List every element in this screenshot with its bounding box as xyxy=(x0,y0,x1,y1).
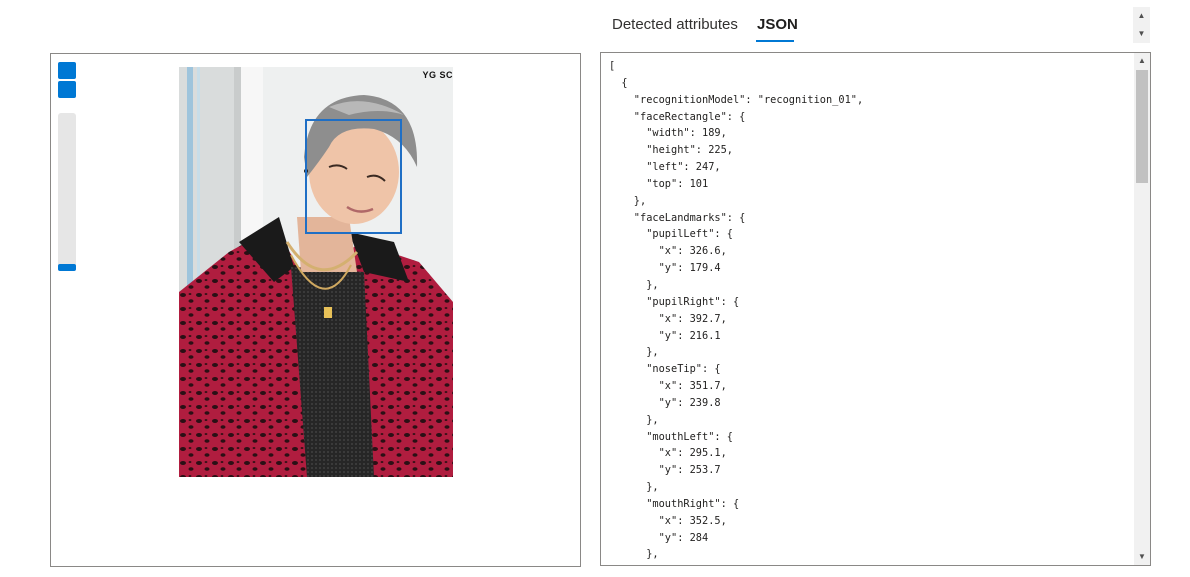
json-line: "y": 284 xyxy=(609,531,709,544)
chevron-up-icon[interactable]: ▲ xyxy=(1133,9,1150,23)
chevron-up-icon[interactable]: ▲ xyxy=(1134,54,1150,68)
json-line: [ xyxy=(609,60,616,72)
json-output-panel: [ { "recognitionModel": "recognition_01"… xyxy=(600,52,1151,566)
json-line: }, xyxy=(609,278,659,291)
json-line: }, xyxy=(609,548,659,561)
json-line: "y": 253.7 xyxy=(609,464,721,477)
json-line: }, xyxy=(609,413,659,426)
result-tabs: Detected attributes JSON xyxy=(600,0,1120,46)
json-scrollbar-thumb[interactable] xyxy=(1136,70,1148,183)
json-line: "height": 225, xyxy=(609,144,733,157)
json-line: "x": 326.6, xyxy=(609,245,727,258)
json-line: "y": 239.8 xyxy=(609,396,721,409)
tabs-scrollbar[interactable]: ▲ ▼ xyxy=(1133,7,1150,43)
json-line: "x": 295.1, xyxy=(609,447,727,460)
zoom-in-button[interactable] xyxy=(58,62,76,79)
json-line: "x": 351.7, xyxy=(609,380,727,393)
json-line: "left": 247, xyxy=(609,161,721,174)
json-line: "mouthRight": { xyxy=(609,497,740,510)
active-tab-indicator xyxy=(756,40,794,42)
json-line: }, xyxy=(609,481,659,494)
json-output-text: [ { "recognitionModel": "recognition_01"… xyxy=(609,58,863,563)
chevron-down-icon[interactable]: ▼ xyxy=(1134,550,1150,564)
face-rectangle-overlay xyxy=(305,119,402,234)
json-line: "y": 216.1 xyxy=(609,329,721,342)
analyzed-photo: YG SC xyxy=(179,67,453,477)
json-line: "mouthLeft": { xyxy=(609,430,733,443)
json-line: "pupilRight": { xyxy=(609,295,740,308)
json-line: "x": 392.7, xyxy=(609,312,727,325)
json-line: "x": 352.5, xyxy=(609,514,727,527)
tab-json[interactable]: JSON xyxy=(757,16,798,34)
zoom-out-button[interactable] xyxy=(58,81,76,98)
json-line: "y": 179.4 xyxy=(609,262,721,275)
image-panel: YG SC xyxy=(50,53,581,567)
tab-detected-attributes[interactable]: Detected attributes xyxy=(612,16,738,34)
json-line: "pupilLeft": { xyxy=(609,228,733,241)
json-line: { xyxy=(609,76,628,89)
zoom-slider[interactable] xyxy=(58,113,76,270)
json-scrollbar[interactable]: ▲ ▼ xyxy=(1134,53,1150,565)
json-line: }, xyxy=(609,194,647,207)
json-line: "faceLandmarks": { xyxy=(609,211,746,224)
json-line: "width": 189, xyxy=(609,127,727,140)
json-line: "noseTip": { xyxy=(609,363,721,376)
photo-watermark: YG SC xyxy=(422,70,453,80)
json-line: }, xyxy=(609,346,659,359)
zoom-slider-thumb[interactable] xyxy=(58,264,76,271)
chevron-down-icon[interactable]: ▼ xyxy=(1133,27,1150,41)
json-line: "top": 101 xyxy=(609,177,709,190)
json-line: "faceRectangle": { xyxy=(609,110,746,123)
json-line: "recognitionModel": "recognition_01", xyxy=(609,93,864,106)
